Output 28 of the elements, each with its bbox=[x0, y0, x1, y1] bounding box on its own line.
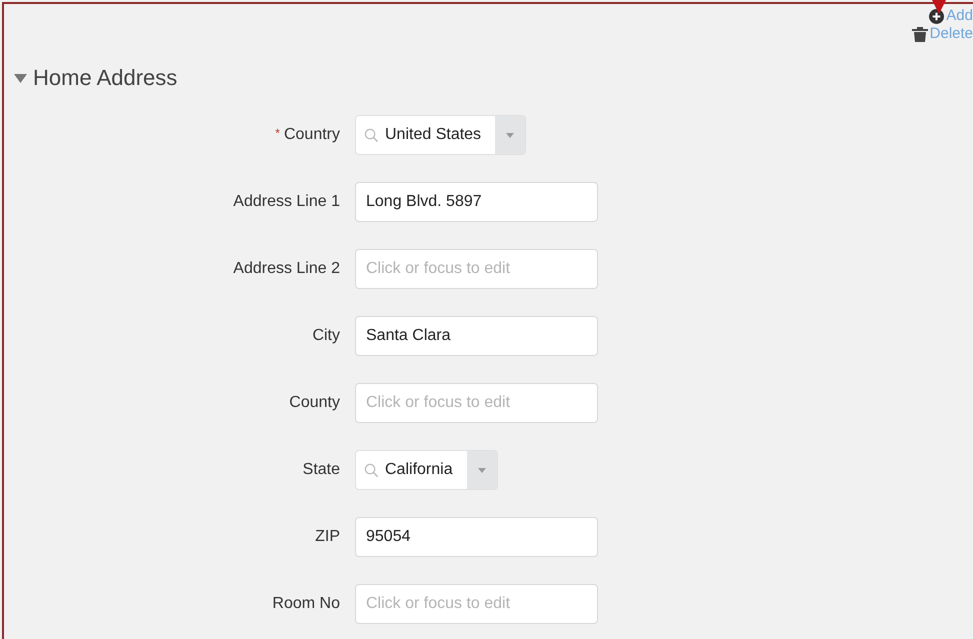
search-icon bbox=[364, 462, 379, 478]
required-mark: * bbox=[275, 126, 280, 140]
field-label: City bbox=[312, 327, 340, 344]
field-label: Country bbox=[284, 126, 340, 143]
dropdown-button[interactable] bbox=[466, 451, 497, 489]
field-label: Address Line 1 bbox=[233, 193, 340, 210]
field-label: ZIP bbox=[315, 528, 340, 545]
combo-box[interactable]: California bbox=[355, 450, 498, 490]
text-field[interactable]: Click or focus to edit bbox=[355, 584, 598, 624]
text-field[interactable]: Long Blvd. 5897 bbox=[355, 182, 598, 222]
caret-icon bbox=[478, 468, 486, 472]
text-field[interactable]: Santa Clara bbox=[355, 316, 598, 356]
field-label: State bbox=[302, 461, 340, 478]
field-label: Address Line 2 bbox=[233, 260, 340, 277]
text-field[interactable]: Click or focus to edit bbox=[355, 249, 598, 289]
search-icon bbox=[364, 128, 379, 142]
section-title: Home Address bbox=[33, 65, 178, 91]
caret-icon[interactable] bbox=[14, 74, 27, 82]
arrow-icon bbox=[932, 0, 946, 14]
caret-icon bbox=[506, 132, 514, 138]
field-label: County bbox=[289, 394, 340, 411]
trash-icon bbox=[912, 26, 928, 42]
dropdown-button[interactable] bbox=[495, 116, 526, 154]
field-label: Room No bbox=[272, 595, 340, 612]
plus-circle-icon bbox=[929, 8, 944, 24]
combo-box[interactable]: United States bbox=[355, 115, 526, 155]
text-field[interactable]: Click or focus to edit bbox=[355, 383, 598, 423]
text-field[interactable]: 95054 bbox=[355, 517, 598, 557]
